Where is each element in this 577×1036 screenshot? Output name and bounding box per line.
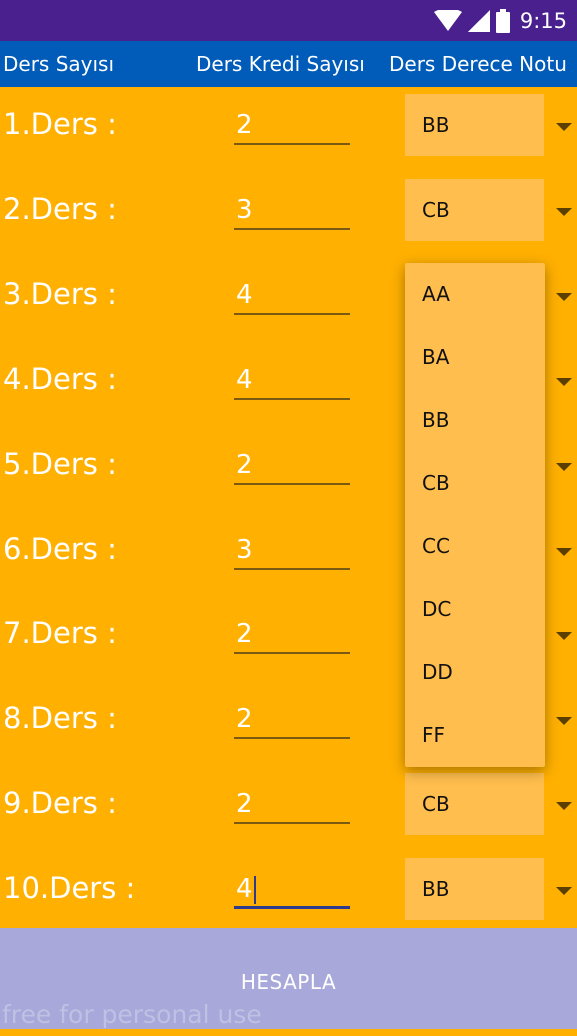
- course-label: 4.Ders :: [3, 361, 117, 396]
- course-label: 9.Ders :: [3, 786, 117, 821]
- header-grade: Ders Derece Notu: [389, 52, 567, 76]
- credit-value: 2: [236, 449, 253, 480]
- header-course-count: Ders Sayısı: [3, 52, 115, 76]
- credit-input[interactable]: 4: [234, 275, 350, 315]
- header-credit: Ders Kredi Sayısı: [196, 52, 365, 76]
- chevron-down-icon[interactable]: [556, 632, 572, 641]
- credit-value: 4: [236, 364, 253, 395]
- credit-input[interactable]: 3: [234, 190, 350, 230]
- credit-value: 4: [236, 874, 253, 905]
- credit-input[interactable]: 4: [234, 360, 350, 400]
- wifi-icon: [433, 10, 462, 31]
- grade-select[interactable]: BB: [405, 94, 544, 156]
- grade-select[interactable]: CB: [405, 178, 544, 241]
- dropdown-option[interactable]: AA: [405, 263, 545, 326]
- credit-input[interactable]: 3: [234, 530, 350, 570]
- dropdown-option[interactable]: DD: [405, 641, 545, 704]
- chevron-down-icon[interactable]: [556, 462, 572, 471]
- course-label: 7.Ders :: [3, 616, 117, 651]
- dropdown-option[interactable]: BA: [405, 326, 545, 389]
- dropdown-option[interactable]: FF: [405, 704, 545, 767]
- grade-dropdown-menu: AA BA BB CB CC DC DD FF: [405, 263, 545, 767]
- chevron-down-icon[interactable]: [556, 123, 572, 131]
- watermark: free for personal use: [2, 1000, 262, 1029]
- signal-icon: [467, 10, 490, 32]
- credit-value: 4: [236, 279, 253, 310]
- credit-value: 2: [236, 619, 253, 650]
- grade-value: BB: [422, 877, 450, 902]
- chevron-down-icon[interactable]: [556, 547, 572, 556]
- grade-select[interactable]: CB: [405, 773, 544, 836]
- course-label: 6.Ders :: [3, 531, 117, 566]
- dropdown-option[interactable]: BB: [405, 389, 545, 452]
- grade-value: CB: [422, 792, 450, 817]
- grade-select[interactable]: BB: [405, 858, 544, 921]
- course-label: 8.Ders :: [3, 701, 117, 736]
- course-label: 1.Ders :: [3, 107, 117, 141]
- chevron-down-icon[interactable]: [556, 717, 572, 726]
- credit-input[interactable]: 2: [234, 614, 350, 655]
- chevron-down-icon[interactable]: [556, 207, 572, 216]
- credit-value: 3: [236, 194, 253, 225]
- grade-value: BB: [422, 113, 450, 137]
- grade-value: CB: [422, 197, 450, 222]
- status-bar: 9:15: [0, 0, 577, 41]
- status-icons: 9:15: [433, 6, 567, 36]
- credit-input[interactable]: 4: [234, 869, 350, 910]
- chevron-down-icon[interactable]: [556, 292, 572, 301]
- status-time: 9:15: [519, 9, 567, 33]
- credit-input[interactable]: 2: [234, 105, 350, 145]
- battery-icon: [495, 9, 510, 33]
- course-label: 10.Ders :: [3, 871, 136, 906]
- course-row: 1.Ders : 2 BB: [0, 87, 577, 172]
- credit-value: 2: [236, 789, 253, 820]
- dropdown-option[interactable]: CC: [405, 515, 545, 578]
- credit-value: 3: [236, 534, 253, 565]
- course-label: 2.Ders :: [3, 191, 117, 226]
- course-label: 5.Ders :: [3, 446, 117, 481]
- credit-value: 2: [236, 110, 253, 140]
- credit-input[interactable]: 2: [234, 445, 350, 485]
- text-caret: [253, 875, 256, 904]
- course-row: 2.Ders : 3 CB: [0, 172, 577, 257]
- column-header: Ders Sayısı Ders Kredi Sayısı Ders Derec…: [0, 41, 577, 87]
- chevron-down-icon[interactable]: [556, 887, 572, 896]
- chevron-down-icon[interactable]: [556, 802, 572, 811]
- dropdown-option[interactable]: DC: [405, 578, 545, 641]
- course-row: 10.Ders : 4 BB: [0, 851, 577, 936]
- credit-input[interactable]: 2: [234, 784, 350, 825]
- dropdown-option[interactable]: CB: [405, 452, 545, 515]
- credit-input[interactable]: 2: [234, 699, 350, 740]
- course-row: 9.Ders : 2 CB: [0, 766, 577, 851]
- course-label: 3.Ders :: [3, 276, 117, 311]
- credit-value: 2: [236, 704, 253, 735]
- chevron-down-icon[interactable]: [556, 377, 572, 386]
